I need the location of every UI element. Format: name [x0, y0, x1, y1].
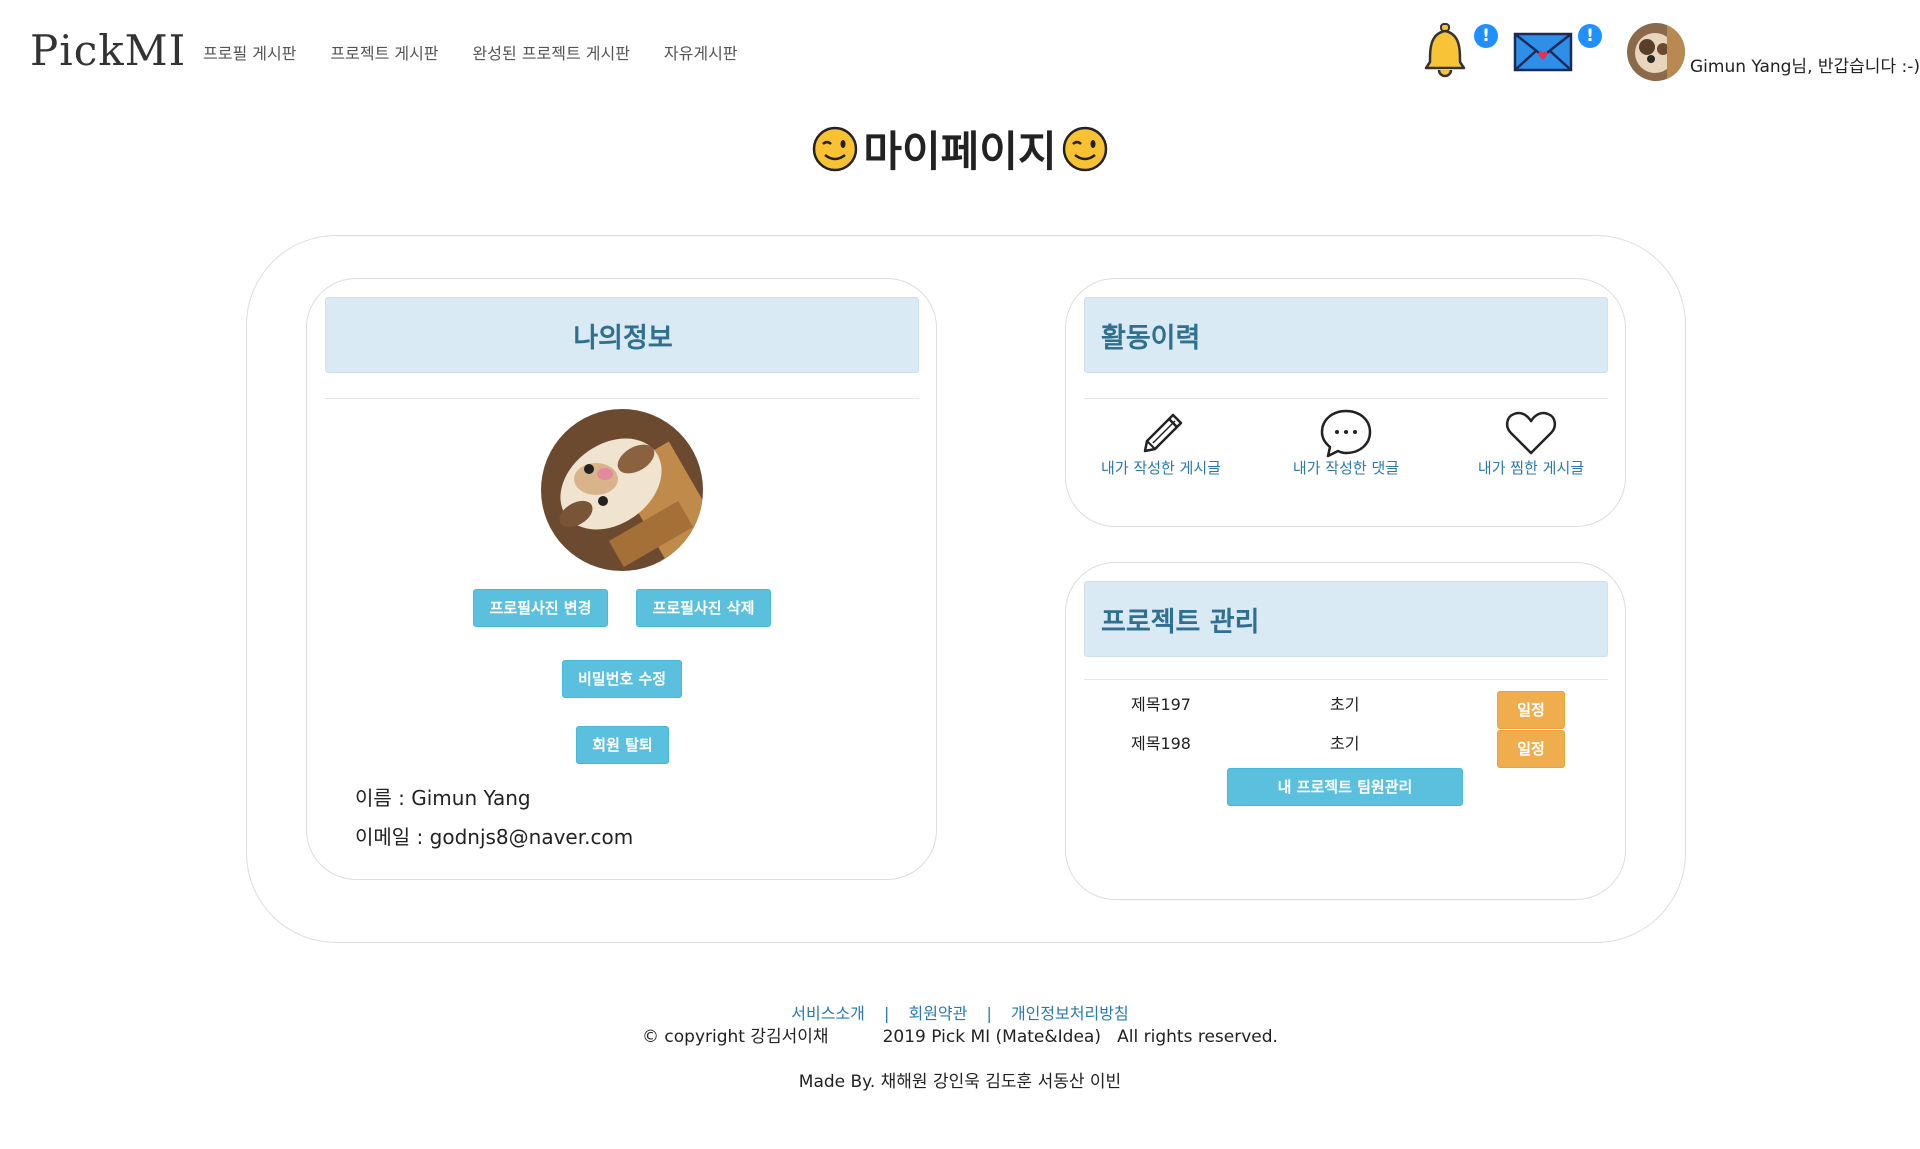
activity-card: 활동이력 내가 작성한 게시글 내가 작성한 댓글 내가 찜한 게시글 [1065, 278, 1626, 527]
menu-project-board[interactable]: 프로젝트 게시판 [330, 40, 438, 64]
my-info-title: 나의정보 [573, 323, 673, 354]
footer-separator: | [986, 1004, 992, 1023]
page-title: 마이페이지 [0, 118, 1920, 179]
winking-face-icon [1062, 126, 1107, 171]
my-likes-label: 내가 찜한 게시글 [1477, 459, 1585, 477]
footer-links: 서비스소개 | 회원약관 | 개인정보처리방침 [0, 1000, 1920, 1024]
mail-icon[interactable] [1512, 30, 1574, 74]
profile-photo [541, 409, 703, 571]
my-info-header: 나의정보 [325, 297, 919, 373]
my-likes-link[interactable]: 내가 찜한 게시글 [1456, 407, 1606, 478]
speech-bubble-icon [1320, 409, 1372, 458]
message-badge: ! [1578, 24, 1602, 48]
notification-bell-icon[interactable] [1420, 22, 1470, 78]
my-comments-label: 내가 작성한 댓글 [1292, 459, 1400, 477]
page-title-text: 마이페이지 [863, 127, 1057, 176]
divider [1084, 398, 1608, 399]
greeting-text: Gimun Yang님, 반갑습니다 :-) [1690, 57, 1920, 77]
change-photo-button[interactable]: 프로필사진 변경 [473, 589, 608, 627]
menu-completed-project-board[interactable]: 완성된 프로젝트 게시판 [473, 40, 630, 64]
schedule-button[interactable]: 일정 [1497, 730, 1565, 768]
project-management-title: 프로젝트 관리 [1101, 607, 1260, 638]
change-password-button[interactable]: 비밀번호 수정 [562, 660, 682, 698]
menu-free-board[interactable]: 자유게시판 [664, 40, 738, 64]
main-menu: 프로필 게시판 프로젝트 게시판 완성된 프로젝트 게시판 자유게시판 [203, 40, 738, 64]
project-title[interactable]: 제목198 [1131, 730, 1191, 754]
activity-header: 활동이력 [1084, 297, 1608, 373]
divider [1084, 679, 1608, 680]
schedule-button[interactable]: 일정 [1497, 691, 1565, 729]
my-posts-label: 내가 작성한 게시글 [1101, 459, 1221, 477]
footer-link-terms[interactable]: 회원약관 [908, 1004, 967, 1023]
project-stage: 초기 [1330, 695, 1360, 714]
project-management-card: 프로젝트 관리 제목197 초기 일정 제목198 초기 일정 내 프로젝트 팀… [1065, 562, 1626, 900]
footer-copyright: © copyright 강김서이채 2019 Pick MI (Mate&Ide… [642, 1027, 1278, 1047]
withdraw-button[interactable]: 회원 탈퇴 [576, 726, 669, 764]
notification-badge: ! [1474, 24, 1498, 48]
user-avatar[interactable] [1627, 23, 1685, 81]
manage-team-button[interactable]: 내 프로젝트 팀원관리 [1227, 768, 1463, 806]
delete-photo-button[interactable]: 프로필사진 삭제 [636, 589, 771, 627]
my-comments-link[interactable]: 내가 작성한 댓글 [1271, 407, 1421, 478]
project-title[interactable]: 제목197 [1131, 691, 1191, 715]
footer-link-service-intro[interactable]: 서비스소개 [791, 1004, 865, 1023]
heart-icon [1505, 411, 1557, 455]
logo[interactable]: PickMI [30, 26, 186, 75]
user-name: 이름 : Gimun Yang [355, 786, 531, 810]
divider [325, 398, 919, 399]
project-management-header: 프로젝트 관리 [1084, 581, 1608, 657]
footer-link-privacy[interactable]: 개인정보처리방침 [1011, 1004, 1129, 1023]
winking-face-icon [813, 126, 858, 171]
footer-made-by: Made By. 채해원 강인욱 김도훈 서동산 이빈 [798, 1072, 1122, 1092]
my-info-card: 나의정보 프로필사진 변경 프로필사진 삭제 비밀번호 수정 회원 탈퇴 이름 … [306, 278, 937, 880]
user-email: 이메일 : godnjs8@naver.com [355, 825, 634, 849]
my-posts-link[interactable]: 내가 작성한 게시글 [1086, 407, 1236, 478]
footer-separator: | [883, 1004, 890, 1023]
activity-title: 활동이력 [1101, 323, 1201, 354]
pencil-icon [1143, 413, 1183, 453]
menu-profile-board[interactable]: 프로필 게시판 [203, 40, 296, 64]
project-stage: 초기 [1330, 734, 1360, 753]
top-nav: PickMI 프로필 게시판 프로젝트 게시판 완성된 프로젝트 게시판 자유게… [0, 0, 1920, 100]
